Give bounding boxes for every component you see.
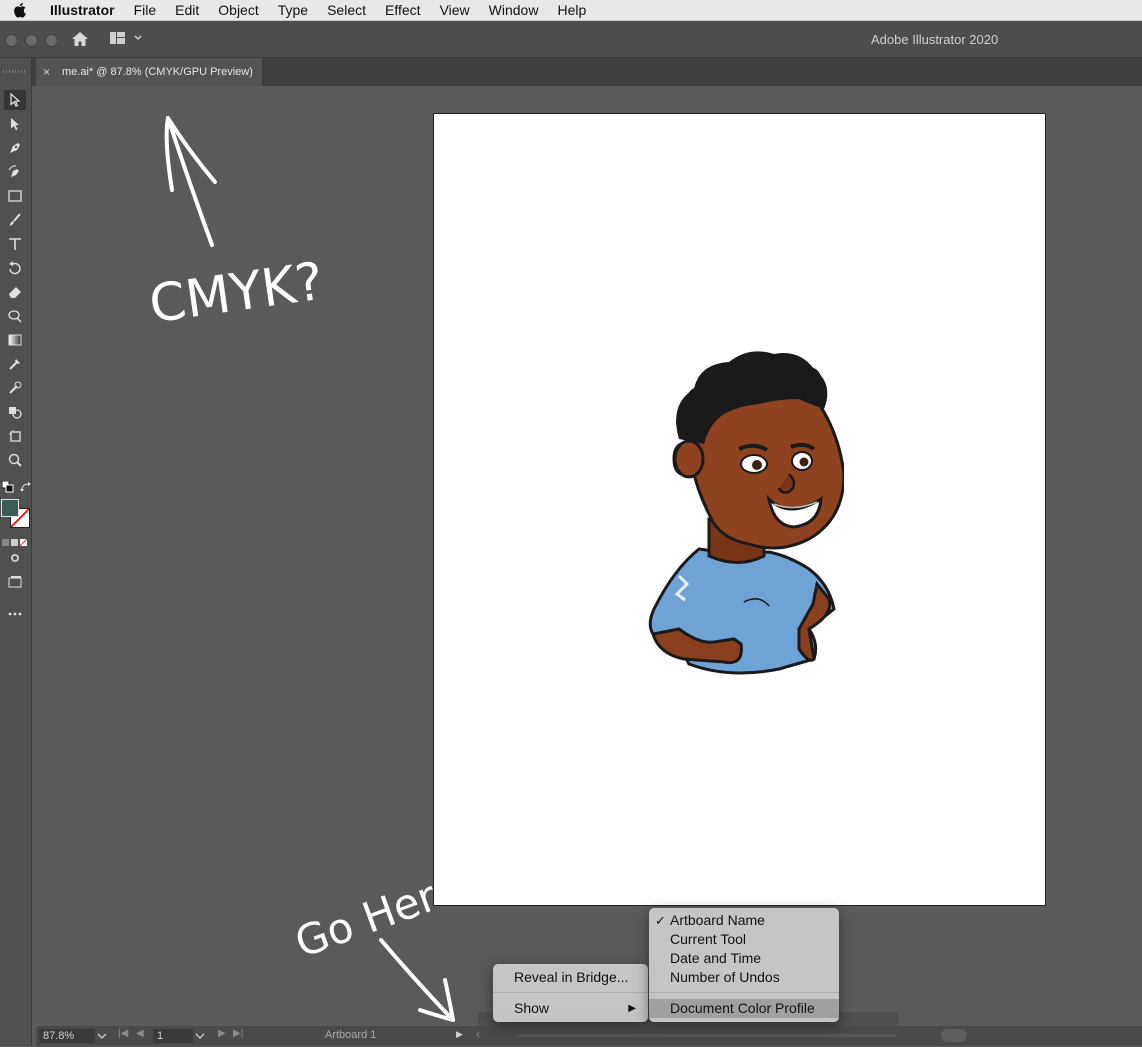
eraser-tool-icon[interactable] [4, 282, 26, 302]
eyedropper-tool-icon[interactable] [4, 354, 26, 374]
document-tab-title: me.ai* @ 87.8% (CMYK/GPU Preview) [62, 66, 253, 78]
checkmark-icon: ✓ [655, 913, 666, 928]
cmyk-annotation: CMYK? [146, 116, 327, 336]
menu-window[interactable]: Window [489, 0, 539, 20]
edit-toolbar-icon[interactable] [4, 604, 26, 624]
previous-artboard-icon[interactable]: ◀ [136, 1028, 144, 1039]
menu-help[interactable]: Help [557, 0, 586, 20]
go-here-annotation-text: Go Here [289, 863, 467, 968]
submenu-item-date-and-time[interactable]: Date and Time [649, 949, 839, 968]
next-artboard-icon[interactable]: ▶ [218, 1028, 226, 1039]
menu-object[interactable]: Object [218, 0, 258, 20]
submenu-item-number-of-undos[interactable]: Number of Undos [649, 968, 839, 987]
document-tab-bar: × me.ai* @ 87.8% (CMYK/GPU Preview) [0, 58, 1142, 86]
home-icon[interactable] [69, 29, 91, 49]
menu-file[interactable]: File [134, 0, 157, 20]
first-artboard-icon[interactable]: |◀ [118, 1028, 128, 1039]
apple-icon[interactable] [14, 2, 34, 18]
application-bar: Adobe Illustrator 2020 [0, 21, 1142, 58]
zoom-dropdown-icon[interactable] [96, 1028, 108, 1044]
menu-select[interactable]: Select [327, 0, 366, 20]
menu-type[interactable]: Type [278, 0, 308, 20]
menu-item-reveal-in-bridge[interactable]: Reveal in Bridge... [493, 968, 648, 987]
swap-colors-icon[interactable] [20, 480, 32, 492]
horizontal-scroll-track[interactable] [516, 1034, 896, 1037]
selection-tool-icon[interactable] [4, 90, 26, 110]
fill-color-swatch[interactable] [1, 499, 19, 517]
menu-separator [649, 992, 839, 993]
menu-separator [493, 992, 648, 993]
gradient-tool-icon[interactable] [4, 330, 26, 350]
type-tool-icon[interactable] [4, 234, 26, 254]
document-tab[interactable]: × me.ai* @ 87.8% (CMYK/GPU Preview) [36, 58, 262, 86]
artboard-dropdown-icon[interactable] [194, 1028, 206, 1044]
scroll-left-icon[interactable]: ‹ [476, 1027, 480, 1041]
zoom-level-field[interactable]: 87.8% [39, 1029, 95, 1043]
character-illustration [648, 351, 844, 675]
menu-app-name[interactable]: Illustrator [50, 0, 115, 20]
panel-grip[interactable] [3, 70, 27, 73]
shape-builder-tool-icon[interactable] [4, 402, 26, 422]
status-bar: 87.8% |◀ ◀ 1 ▶ ▶| Artboard 1 ▶ ‹ [36, 1026, 1142, 1046]
submenu-item-artboard-name[interactable]: ✓ Artboard Name [649, 911, 839, 930]
artboard-number-field[interactable]: 1 [153, 1029, 193, 1043]
direct-selection-tool-icon[interactable] [4, 114, 26, 134]
artboard[interactable] [433, 113, 1046, 906]
draw-mode-icon[interactable] [4, 548, 26, 568]
tools-panel [0, 58, 32, 1046]
zoom-window-button[interactable] [45, 34, 58, 47]
menubar: Illustrator File Edit Object Type Select… [0, 0, 1142, 21]
menu-view[interactable]: View [440, 0, 470, 20]
artboard-tool-icon[interactable] [4, 426, 26, 446]
go-here-annotation: Go Here [289, 863, 467, 1022]
close-tab-icon[interactable]: × [43, 65, 53, 79]
submenu-arrow-icon: ▶ [628, 1003, 636, 1014]
rectangle-tool-icon[interactable] [4, 186, 26, 206]
cmyk-annotation-text: CMYK? [146, 252, 327, 336]
minimize-window-button[interactable] [25, 34, 38, 47]
status-context-menu: Reveal in Bridge... Show ▶ [493, 964, 648, 1022]
menu-item-show[interactable]: Show ▶ [493, 999, 648, 1018]
menu-edit[interactable]: Edit [175, 0, 199, 20]
last-artboard-icon[interactable]: ▶| [233, 1028, 243, 1039]
status-menu-arrow-icon[interactable]: ▶ [456, 1029, 463, 1040]
zoom-tool-icon[interactable] [4, 450, 26, 470]
screen-mode-icon[interactable] [4, 572, 26, 592]
rotate-tool-icon[interactable] [4, 258, 26, 278]
submenu-item-current-tool[interactable]: Current Tool [649, 930, 839, 949]
show-submenu: ✓ Artboard Name Current Tool Date and Ti… [649, 908, 839, 1022]
pen-tool-icon[interactable] [4, 138, 26, 158]
blend-tool-icon[interactable] [4, 378, 26, 398]
horizontal-scrollbar-thumb[interactable] [941, 1029, 967, 1042]
curvature-tool-icon[interactable] [4, 162, 26, 182]
submenu-item-document-color-profile[interactable]: Document Color Profile [649, 999, 839, 1018]
workspace-switcher-icon[interactable] [109, 30, 145, 48]
status-info-text: Artboard 1 [325, 1029, 377, 1041]
default-colors-icon[interactable] [1, 480, 14, 493]
color-mode-buttons[interactable] [2, 534, 28, 547]
warp-tool-icon[interactable] [4, 306, 26, 326]
app-title: Adobe Illustrator 2020 [871, 32, 999, 47]
paintbrush-tool-icon[interactable] [4, 210, 26, 230]
menu-effect[interactable]: Effect [385, 0, 421, 20]
close-window-button[interactable] [5, 34, 18, 47]
